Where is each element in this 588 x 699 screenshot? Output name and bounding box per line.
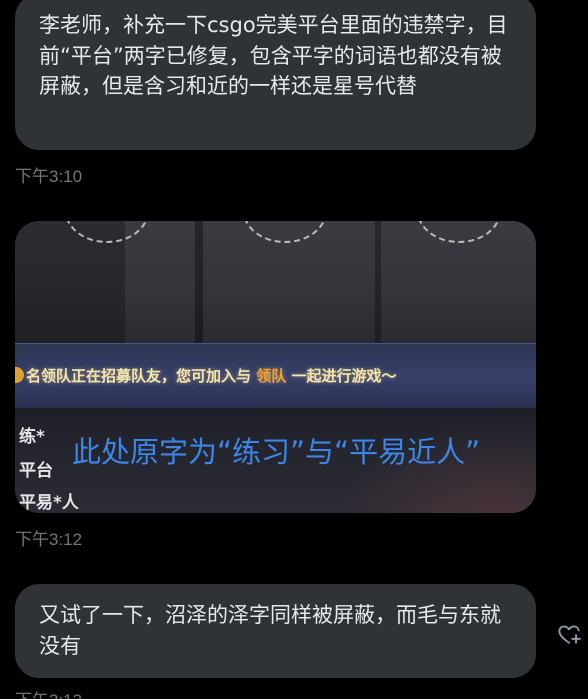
dashed-circle xyxy=(417,221,501,243)
message-text: 又试了一下，沼泽的泽字同样被屏蔽，而毛与东就没有 xyxy=(39,603,501,658)
dm-thread: 李老师，补充一下csgo完美平台里面的违禁字，目前“平台”两字已修复，包含平字的… xyxy=(0,0,588,699)
heart-plus-icon xyxy=(558,625,581,644)
recruit-banner: 名领队正在招募队友，您可加入与 领队 一起进行游戏～ xyxy=(15,343,536,409)
message-text: 李老师，补充一下csgo完美平台里面的违禁字，目前“平台”两字已修复，包含平字的… xyxy=(39,13,508,98)
photo-upper-area xyxy=(15,221,536,343)
message-timestamp: 下午3:13 xyxy=(15,686,82,699)
recruit-banner-text: 名领队正在招募队友，您可加入与 领队 一起进行游戏～ xyxy=(15,365,397,386)
add-reaction-button[interactable] xyxy=(556,621,582,647)
message-timestamp: 下午3:10 xyxy=(15,167,83,186)
message-bubble[interactable]: 又试了一下，沼泽的泽字同样被屏蔽，而毛与东就没有 xyxy=(15,584,536,678)
banner-marker-icon xyxy=(15,367,24,383)
masked-word: 平易*人 xyxy=(19,493,79,513)
image-attachment[interactable]: 名领队正在招募队友，您可加入与 领队 一起进行游戏～ 练* 平台 平易*人 此处… xyxy=(15,221,536,513)
masked-word: 平台 xyxy=(19,461,53,481)
dashed-circle xyxy=(243,221,327,243)
masked-word: 练* xyxy=(19,427,45,447)
message-timestamp: 下午3:12 xyxy=(15,530,83,549)
annotation-text: 此处原字为“练习”与“平易近人” xyxy=(72,435,481,469)
message-bubble[interactable]: 李老师，补充一下csgo完美平台里面的违禁字，目前“平台”两字已修复，包含平字的… xyxy=(15,0,536,150)
banner-highlight: 领队 xyxy=(256,367,287,385)
